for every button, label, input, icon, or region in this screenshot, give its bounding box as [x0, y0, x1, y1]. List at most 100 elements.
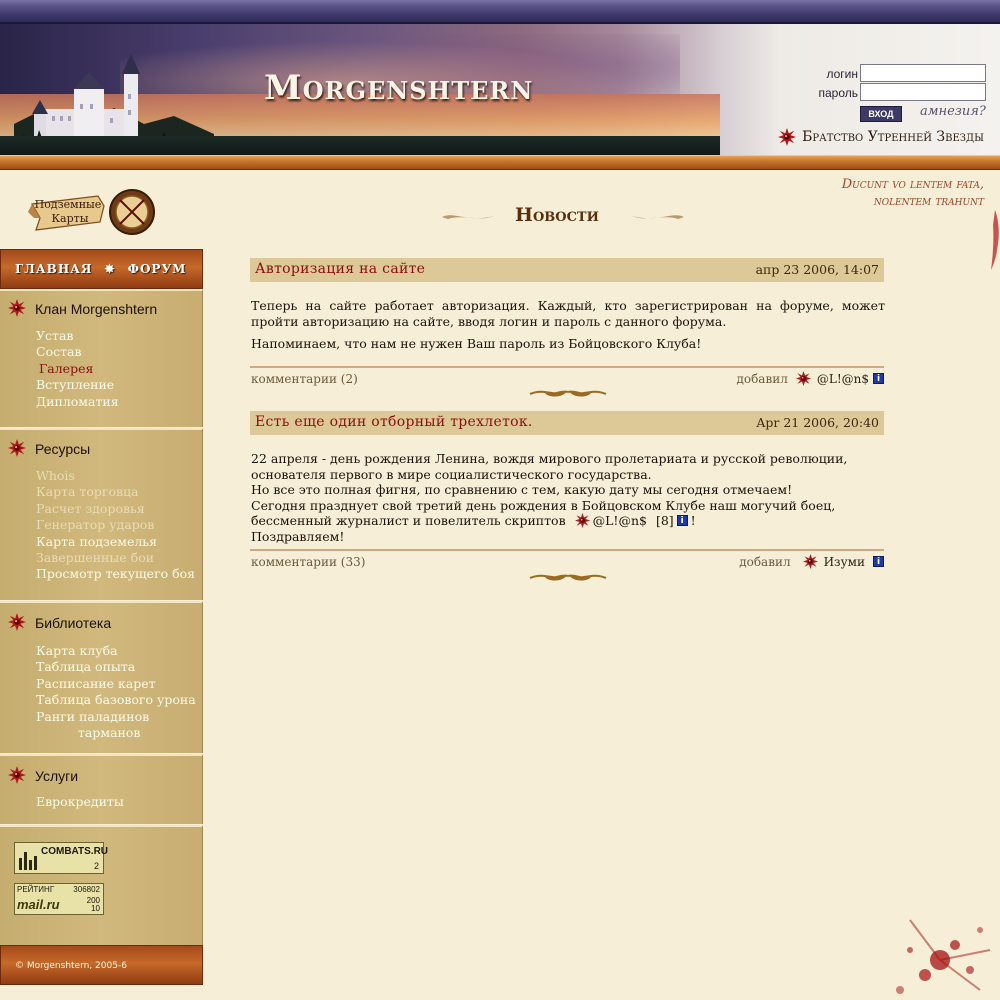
sidebar-item-gallery[interactable]: Галерея	[36, 361, 119, 377]
news-line: 22 апреля - день рождения Ленина, вождя …	[251, 451, 848, 466]
sidebar-item-eurocredits[interactable]: Еврокредиты	[36, 794, 124, 810]
inline-user-ref: @L!@n$ [8] i	[575, 513, 688, 529]
swirl-divider-icon	[528, 385, 608, 399]
sidebar-item-strike-generator[interactable]: Генератор ударов	[36, 517, 195, 533]
password-recovery-link[interactable]: амнезия?	[920, 104, 986, 119]
added-by-label: добавил	[739, 554, 791, 569]
red-star-icon	[803, 554, 818, 569]
swirl-divider-icon	[528, 569, 608, 583]
red-star-icon	[796, 371, 811, 386]
nav-home[interactable]: ГЛАВНАЯ	[15, 262, 93, 276]
red-star-icon	[778, 128, 796, 146]
news-header: Есть еще один отборный трехлеток. Apr 21…	[250, 411, 884, 435]
top-strip	[0, 0, 1000, 24]
info-icon[interactable]: i	[873, 373, 884, 384]
news-item: Авторизация на сайте апр 23 2006, 14:07 …	[250, 258, 885, 399]
sidebar-item-health-calc[interactable]: Расчет здоровья	[36, 501, 195, 517]
sidebar-item-roster[interactable]: Состав	[36, 344, 119, 360]
sidebar-item-base-damage[interactable]: Таблица базового урона	[36, 692, 196, 708]
news-header: Авторизация на сайте апр 23 2006, 14:07	[250, 258, 884, 282]
site-title: Morgenshtern	[264, 68, 534, 108]
underground-maps-logo[interactable]: Подземные Карты	[28, 182, 168, 244]
sidebar-item-current-battle[interactable]: Просмотр текущего боя	[36, 566, 195, 582]
inline-user-level: [8]	[655, 513, 674, 528]
sidebar-item-exp-table[interactable]: Таблица опыта	[36, 659, 196, 675]
comments-link[interactable]: комментарии (2)	[251, 372, 358, 386]
sidebar-section-clan: Клан Morgenshtern Устав Состав Галерея В…	[0, 289, 203, 427]
sidebar-section-library: Библиотека Карта клуба Таблица опыта Рас…	[0, 601, 203, 753]
red-star-icon	[8, 613, 26, 631]
section-title-services: Услуги	[35, 768, 79, 784]
section-title-clan: Клан Morgenshtern	[35, 301, 158, 317]
login-label: логин	[826, 67, 858, 81]
news-date: апр 23 2006, 14:07	[755, 262, 879, 277]
login-input[interactable]	[860, 64, 986, 82]
page-heading: Новости	[440, 200, 690, 232]
news-item: Есть еще один отборный трехлеток. Apr 21…	[250, 411, 884, 581]
password-label: пароль	[818, 86, 858, 100]
sidebar-item-finished-battles[interactable]: Завершенные бои	[36, 550, 195, 566]
author-nick[interactable]: Изуми	[824, 555, 865, 569]
mailru-rating-badge[interactable]: РЕЙТИНГ 306802 mail.ru 200 10	[14, 883, 104, 915]
sidebar: Подземные Карты ГЛАВНАЯ ✸ ФОРУМ Клан Mor…	[0, 170, 203, 1000]
combats-badge-count: 2	[93, 861, 99, 871]
info-icon[interactable]: i	[676, 515, 688, 527]
sidebar-item-charter[interactable]: Устав	[36, 328, 119, 344]
mailru-logo-text: mail.ru	[17, 897, 60, 912]
right-flourish-icon	[632, 215, 684, 219]
library-menu: Карта клуба Таблица опыта Расписание кар…	[36, 643, 196, 741]
left-flourish-icon	[442, 215, 494, 219]
author-nick[interactable]: @L!@n$	[817, 372, 869, 386]
inline-user-nick[interactable]: @L!@n$	[593, 513, 647, 529]
info-icon[interactable]: i	[873, 556, 884, 567]
nav-separator-star-icon: ✸	[104, 262, 116, 276]
news-text: Напоминаем, что нам не нужен Ваш пароль …	[251, 336, 702, 351]
brotherhood-tagline: Братство Утренней Звезды	[778, 128, 984, 146]
sidebar-item-club-map[interactable]: Карта клуба	[36, 643, 196, 659]
nav-forum[interactable]: ФОРУМ	[128, 262, 187, 276]
services-menu: Еврокредиты	[36, 794, 124, 810]
combats-counter-badge[interactable]: COMBATS.RU 2	[14, 842, 108, 874]
news-text: Теперь на сайте работает авторизация. Ка…	[251, 298, 885, 329]
brotherhood-text: Братство Утренней Звезды	[802, 129, 984, 145]
sidebar-item-diplomacy[interactable]: Дипломатия	[36, 394, 119, 410]
sidebar-item-dungeon-map[interactable]: Карта подземелья	[36, 534, 195, 550]
password-row: пароль	[780, 83, 990, 103]
comments-link[interactable]: комментарии (33)	[251, 555, 365, 569]
logo-text-1: Подземные	[35, 198, 102, 211]
login-button[interactable]: ВХОД	[860, 106, 902, 122]
news-line: основателя первого в мире социалистическ…	[251, 466, 652, 482]
section-title-resources: Ресурсы	[35, 441, 91, 457]
combats-badge-label: COMBATS.RU	[41, 846, 109, 857]
main-nav: ГЛАВНАЯ ✸ ФОРУМ	[0, 249, 203, 289]
red-star-icon	[8, 439, 26, 457]
news-date: Apr 21 2006, 20:40	[756, 415, 879, 430]
author-info: добавил @L!@n$ i	[736, 371, 884, 386]
author-info: добавил Изуми i	[739, 554, 884, 569]
news-footer: комментарии (33) добавил Изуми i	[250, 549, 884, 569]
sidebar-item-paladin-ranks[interactable]: Ранги паладинов	[36, 709, 196, 725]
sidebar-item-carriage-schedule[interactable]: Расписание карет	[36, 676, 196, 692]
news-line-text: бессменный журналист и повелитель скрипт…	[251, 513, 566, 528]
section-title-library: Библиотека	[35, 615, 112, 631]
copyright-footer: © Morgenshtern, 2005-6	[0, 945, 203, 985]
sidebar-item-join[interactable]: Вступление	[36, 377, 119, 393]
sidebar-item-tarman-ranks[interactable]: тарманов	[36, 725, 196, 741]
red-star-icon	[575, 513, 590, 528]
news-title[interactable]: Есть еще один отборный трехлеток.	[255, 414, 533, 430]
news-title[interactable]: Авторизация на сайте	[255, 261, 425, 277]
password-input[interactable]	[860, 83, 986, 101]
added-by-label: добавил	[736, 371, 788, 386]
rating-number: 306802	[73, 885, 100, 894]
news-line: бессменный журналист и повелитель скрипт…	[251, 513, 885, 529]
header-banner: Morgenshtern логин пароль ВХОД амнезия? …	[0, 24, 1000, 156]
login-row: логин	[780, 64, 990, 84]
treeline	[0, 136, 720, 156]
news-line: Но все это полная фигня, по сравнению с …	[251, 482, 793, 497]
sidebar-item-whois[interactable]: Whois	[36, 468, 195, 484]
sidebar-item-trader-map[interactable]: Карта торговца	[36, 484, 195, 500]
sidebar-section-resources: Ресурсы Whois Карта торговца Расчет здор…	[0, 428, 203, 600]
rating-label: РЕЙТИНГ	[17, 885, 55, 894]
news-text: 22 апреля - день рождения Ленина, вождя …	[251, 451, 885, 544]
blood-splatter-icon	[991, 210, 999, 270]
